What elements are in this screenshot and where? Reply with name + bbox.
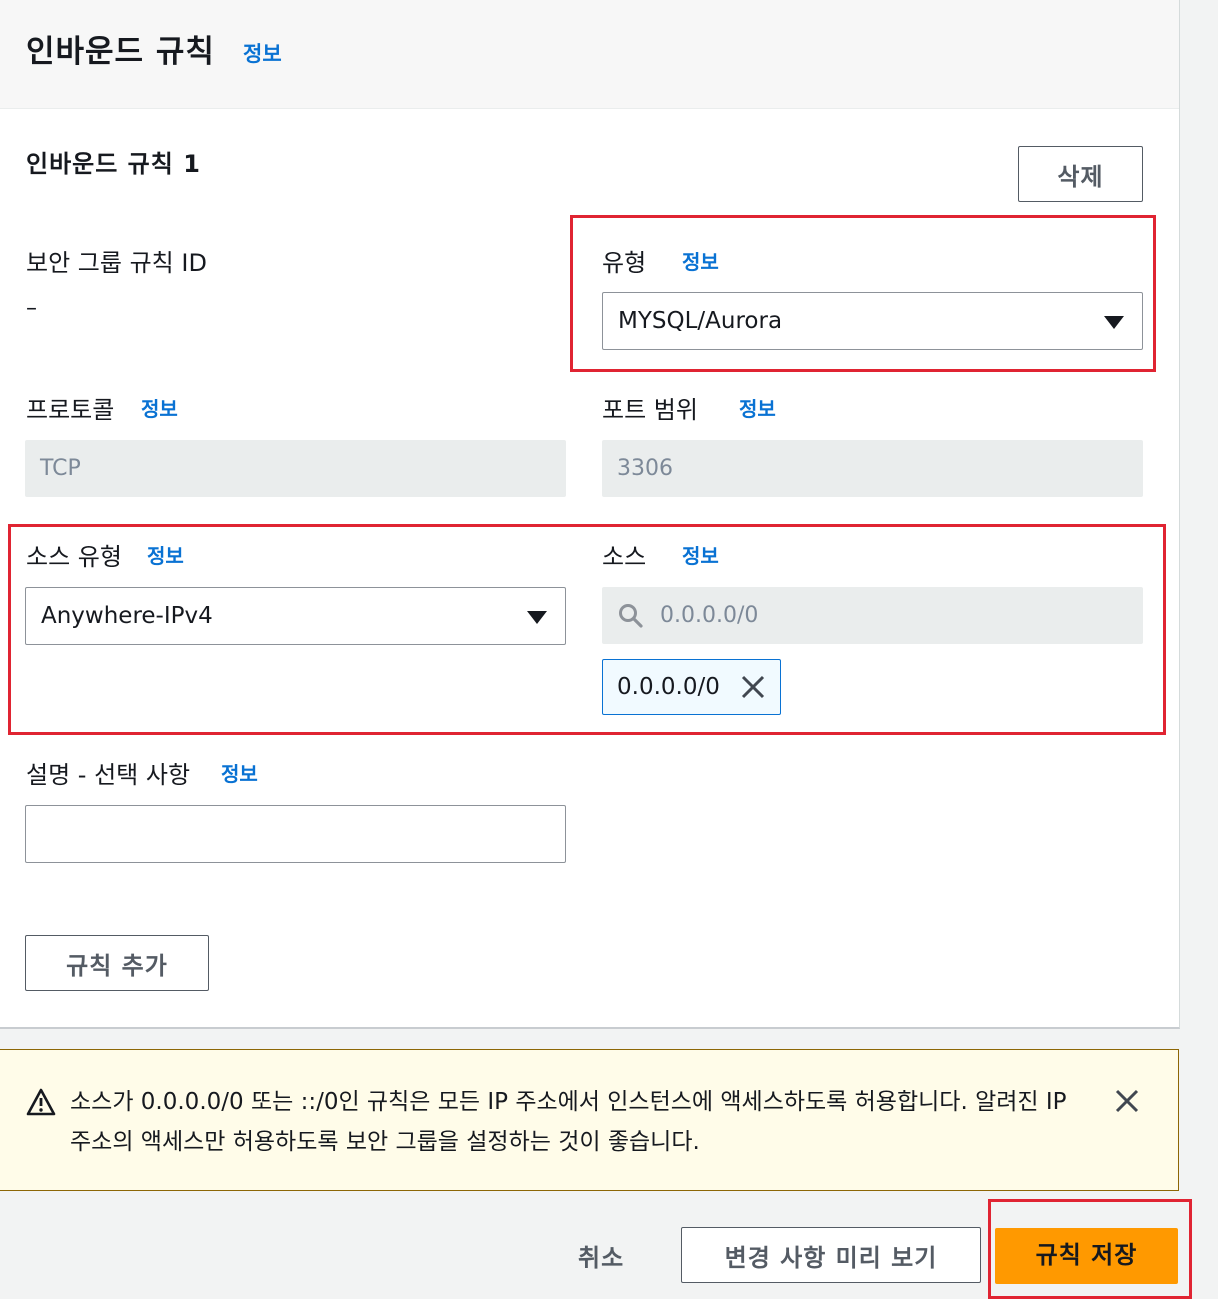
rule-title: 인바운드 규칙 1 [26, 150, 201, 178]
protocol-field: TCP [25, 440, 566, 497]
delete-button[interactable]: 삭제 [1018, 146, 1143, 202]
description-input[interactable] [25, 805, 566, 863]
preview-changes-button[interactable]: 변경 사항 미리 보기 [681, 1227, 981, 1283]
warning-alert: 소스가 0.0.0.0/0 또는 ::/0인 규칙은 모든 IP 주소에서 인스… [0, 1049, 1179, 1191]
protocol-info-link[interactable]: 정보 [141, 393, 178, 422]
warning-alert-text: 소스가 0.0.0.0/0 또는 ::/0인 규칙은 모든 IP 주소에서 인스… [70, 1089, 1067, 1155]
inbound-rules-panel: 인바운드 규칙 정보 인바운드 규칙 1 삭제 보안 그룹 규칙 ID – 유형… [0, 0, 1180, 1029]
cancel-button[interactable]: 취소 [578, 1238, 624, 1273]
highlight-save-box [988, 1199, 1192, 1299]
warning-icon [26, 1088, 56, 1116]
port-range-info-link[interactable]: 정보 [739, 393, 776, 422]
description-label: 설명 - 선택 사항 [26, 761, 191, 789]
close-icon[interactable] [1114, 1088, 1140, 1114]
highlight-source-box [8, 524, 1166, 735]
panel-header: 인바운드 규칙 정보 [0, 0, 1179, 109]
page-title: 인바운드 규칙 [26, 34, 215, 70]
sg-rule-id-label: 보안 그룹 규칙 ID [26, 249, 207, 277]
protocol-label: 프로토콜 [26, 396, 115, 424]
port-range-label: 포트 범위 [602, 396, 698, 424]
add-rule-button[interactable]: 규칙 추가 [25, 935, 209, 991]
header-info-link[interactable]: 정보 [243, 38, 282, 68]
description-info-link[interactable]: 정보 [221, 758, 258, 787]
sg-rule-id-value: – [26, 296, 37, 321]
port-range-field: 3306 [602, 440, 1143, 497]
highlight-type-box [570, 215, 1156, 372]
